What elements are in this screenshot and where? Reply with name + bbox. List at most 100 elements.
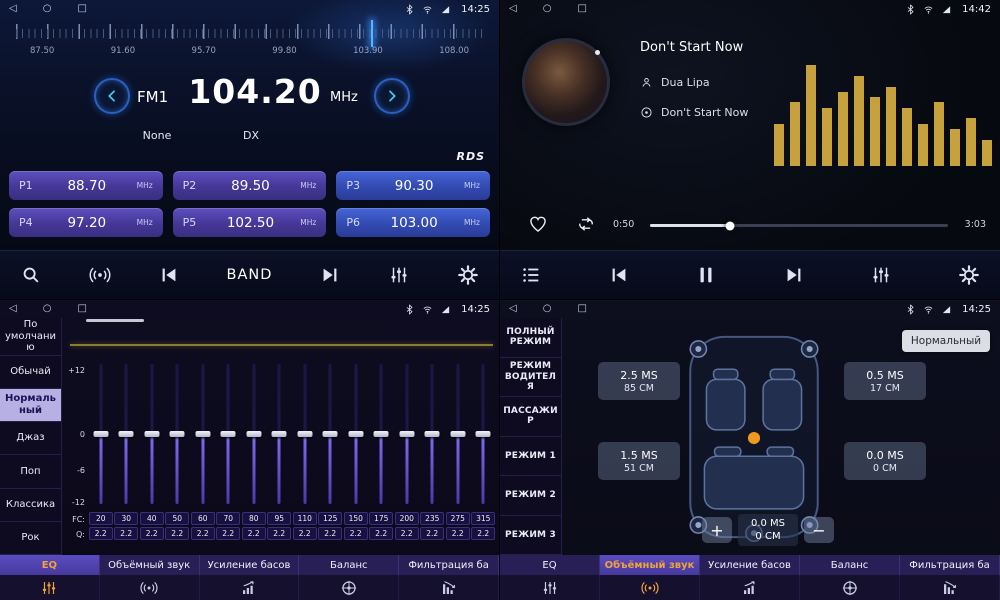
- previous-icon[interactable]: [608, 264, 630, 286]
- band-button[interactable]: BAND: [227, 267, 273, 283]
- eq-band-slider[interactable]: [343, 358, 369, 510]
- frequency-ruler[interactable]: 87.50 91.60 95.70 99.80 103.90 108.00: [0, 20, 499, 64]
- tune-up-button[interactable]: [374, 78, 410, 114]
- eq-band-slider[interactable]: [241, 358, 267, 510]
- broadcast-icon[interactable]: [89, 264, 111, 286]
- previous-icon[interactable]: [158, 264, 180, 286]
- settings-icon[interactable]: [457, 264, 479, 286]
- nav-home-icon[interactable]: ○: [43, 304, 52, 314]
- eq-slider-handle[interactable]: [221, 431, 236, 437]
- eq-slider-handle[interactable]: [119, 431, 134, 437]
- mixer-icon[interactable]: [870, 264, 892, 286]
- eq-slider-handle[interactable]: [348, 431, 363, 437]
- tab-eq[interactable]: EQ: [0, 555, 100, 600]
- preset-button-p5[interactable]: P5 102.50 MHz: [173, 208, 327, 237]
- eq-band-slider[interactable]: [139, 358, 165, 510]
- favorite-button[interactable]: [528, 214, 548, 234]
- mode-passenger[interactable]: ПАССАЖИР: [500, 397, 561, 437]
- preset-button-p6[interactable]: P6 103.00 MHz: [336, 208, 490, 237]
- mode-2[interactable]: РЕЖИМ 2: [500, 476, 561, 516]
- nav-back-icon[interactable]: ◁: [509, 304, 517, 314]
- eq-band-slider[interactable]: [292, 358, 318, 510]
- nav-recents-icon[interactable]: □: [77, 4, 86, 14]
- preset-button-p1[interactable]: P1 88.70 MHz: [9, 171, 163, 200]
- eq-slider-handle[interactable]: [476, 431, 491, 437]
- eq-slider-handle[interactable]: [450, 431, 465, 437]
- tab-surround[interactable]: Объёмный звук: [100, 555, 200, 600]
- tab-bass-boost[interactable]: Усиление басов: [200, 555, 300, 600]
- sound-profile-button[interactable]: Нормальный: [902, 330, 990, 352]
- nav-home-icon[interactable]: ○: [543, 4, 552, 14]
- scan-icon[interactable]: [20, 264, 42, 286]
- eq-slider-handle[interactable]: [399, 431, 414, 437]
- nav-back-icon[interactable]: ◁: [9, 4, 17, 14]
- eq-slider-handle[interactable]: [374, 431, 389, 437]
- progress-knob[interactable]: [726, 221, 735, 230]
- pause-icon[interactable]: [695, 264, 717, 286]
- eq-band-slider[interactable]: [318, 358, 344, 510]
- nav-recents-icon[interactable]: □: [77, 304, 86, 314]
- eq-band-slider[interactable]: [190, 358, 216, 510]
- mixer-icon[interactable]: [388, 264, 410, 286]
- playlist-icon[interactable]: [520, 264, 542, 286]
- decrease-button[interactable]: −: [804, 517, 834, 543]
- nav-home-icon[interactable]: ○: [543, 304, 552, 314]
- delay-front-left[interactable]: 2.5 MS 85 CM: [598, 362, 680, 400]
- delay-rear-left[interactable]: 1.5 MS 51 CM: [598, 442, 680, 480]
- tab-balance[interactable]: Баланс: [800, 555, 900, 600]
- mode-1[interactable]: РЕЖИМ 1: [500, 437, 561, 477]
- eq-preset-custom[interactable]: Обычай: [0, 356, 61, 389]
- eq-preset-jazz[interactable]: Джаз: [0, 422, 61, 455]
- tune-down-button[interactable]: [94, 78, 130, 114]
- nav-back-icon[interactable]: ◁: [509, 4, 517, 14]
- delay-rear-right[interactable]: 0.0 MS 0 CM: [844, 442, 926, 480]
- increase-button[interactable]: +: [702, 517, 732, 543]
- eq-slider-handle[interactable]: [170, 431, 185, 437]
- mode-full[interactable]: ПОЛНЫЙ РЕЖИМ: [500, 318, 561, 358]
- delay-front-right[interactable]: 0.5 MS 17 CM: [844, 362, 926, 400]
- tab-surround[interactable]: Объёмный звук: [600, 555, 700, 600]
- preset-button-p4[interactable]: P4 97.20 MHz: [9, 208, 163, 237]
- settings-icon[interactable]: [958, 264, 980, 286]
- eq-band-slider[interactable]: [165, 358, 191, 510]
- eq-band-slider[interactable]: [369, 358, 395, 510]
- tab-bass-boost[interactable]: Усиление басов: [700, 555, 800, 600]
- eq-preset-rock[interactable]: Рок: [0, 522, 61, 555]
- eq-band-slider[interactable]: [445, 358, 471, 510]
- repeat-button[interactable]: [576, 214, 596, 234]
- nav-back-icon[interactable]: ◁: [9, 304, 17, 314]
- eq-band-slider[interactable]: [114, 358, 140, 510]
- eq-preset-classic[interactable]: Классика: [0, 489, 61, 522]
- preset-button-p2[interactable]: P2 89.50 MHz: [173, 171, 327, 200]
- eq-slider-handle[interactable]: [297, 431, 312, 437]
- eq-slider-handle[interactable]: [323, 431, 338, 437]
- eq-slider-handle[interactable]: [93, 431, 108, 437]
- nav-recents-icon[interactable]: □: [577, 4, 586, 14]
- tab-eq[interactable]: EQ: [500, 555, 600, 600]
- eq-band-slider[interactable]: [216, 358, 242, 510]
- eq-preset-default[interactable]: По умолчанию: [0, 318, 61, 356]
- eq-slider-handle[interactable]: [246, 431, 261, 437]
- mode-driver[interactable]: РЕЖИМ ВОДИТЕЛЯ: [500, 358, 561, 398]
- eq-slider-handle[interactable]: [144, 431, 159, 437]
- tab-filter[interactable]: Фильтрация ба: [399, 555, 499, 600]
- progress-bar[interactable]: [650, 224, 948, 227]
- tab-balance[interactable]: Баланс: [299, 555, 399, 600]
- eq-preset-normal[interactable]: Нормальный: [0, 389, 61, 422]
- eq-band-slider[interactable]: [88, 358, 114, 510]
- preset-button-p3[interactable]: P3 90.30 MHz: [336, 171, 490, 200]
- eq-preset-pop[interactable]: Поп: [0, 455, 61, 488]
- nav-recents-icon[interactable]: □: [577, 304, 586, 314]
- next-icon[interactable]: [783, 264, 805, 286]
- mode-3[interactable]: РЕЖИМ 3: [500, 516, 561, 556]
- eq-band-slider[interactable]: [394, 358, 420, 510]
- tab-filter[interactable]: Фильтрация ба: [900, 555, 1000, 600]
- eq-band-slider[interactable]: [420, 358, 446, 510]
- eq-slider-handle[interactable]: [425, 431, 440, 437]
- eq-band-slider[interactable]: [267, 358, 293, 510]
- eq-band-slider[interactable]: [471, 358, 497, 510]
- eq-slider-handle[interactable]: [195, 431, 210, 437]
- next-icon[interactable]: [319, 264, 341, 286]
- eq-slider-handle[interactable]: [272, 431, 287, 437]
- nav-home-icon[interactable]: ○: [43, 4, 52, 14]
